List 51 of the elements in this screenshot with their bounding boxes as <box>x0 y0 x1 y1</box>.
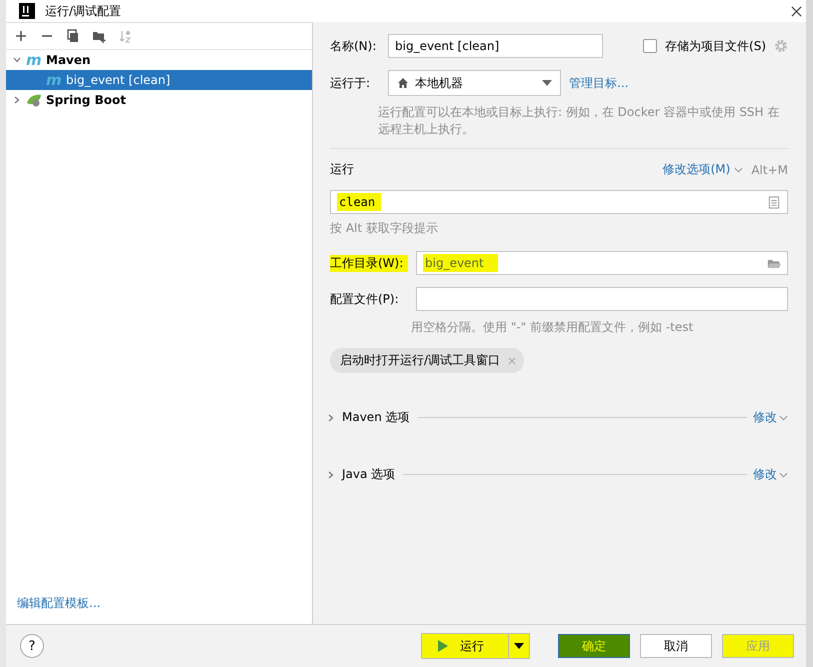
window-title: 运行/调试配置 <box>45 2 122 20</box>
command-hint: 按 Alt 获取字段提示 <box>330 220 439 237</box>
workdir-label: 工作目录(W): <box>330 254 408 272</box>
play-icon <box>438 640 448 652</box>
help-button[interactable]: ? <box>20 634 44 658</box>
chevron-icon[interactable] <box>326 470 336 480</box>
chevron-down-icon[interactable] <box>734 166 744 172</box>
modify-link[interactable]: 修改 <box>753 466 777 483</box>
dropdown-arrow-icon[interactable] <box>514 643 524 649</box>
section-title: 运行 <box>330 161 354 178</box>
name-label: 名称(N): <box>330 38 378 54</box>
profiles-field[interactable] <box>416 287 788 311</box>
edit-templates-link[interactable]: 编辑配置模板... <box>6 595 312 624</box>
maven-icon: m <box>26 53 42 67</box>
command-field[interactable]: clean <box>330 190 788 214</box>
workdir-field[interactable]: big_event <box>416 251 788 275</box>
chevron-down-icon[interactable] <box>779 472 788 478</box>
chevron-icon[interactable] <box>326 412 336 422</box>
chevron-down-icon[interactable] <box>779 414 788 420</box>
chevron-icon[interactable] <box>12 55 22 65</box>
document-icon[interactable] <box>767 196 781 208</box>
option-tag[interactable]: 启动时打开运行/调试工具窗口 <box>330 348 524 373</box>
chevron-icon[interactable] <box>12 95 22 105</box>
run-on-label: 运行于: <box>330 74 372 92</box>
manage-targets-link[interactable]: 管理目标... <box>569 74 628 92</box>
close-icon[interactable] <box>791 6 802 16</box>
new-folder-icon[interactable] <box>92 29 106 43</box>
tree-item[interactable]: m Maven <box>6 50 312 70</box>
name-field[interactable]: big_event [clean] <box>388 34 603 58</box>
profiles-label: 配置文件(P): <box>330 290 400 308</box>
store-label: 存储为项目文件(S) <box>665 38 766 54</box>
add-icon[interactable] <box>14 29 28 43</box>
profiles-hint: 用空格分隔。使用 "-" 前缀禁用配置文件，例如 -test <box>410 319 694 336</box>
shortcut-hint: Alt+M <box>751 162 788 176</box>
section-header[interactable]: Maven 选项 <box>342 409 410 426</box>
section-header[interactable]: Java 选项 <box>342 466 396 483</box>
maven-icon: m <box>46 73 62 87</box>
copy-icon[interactable] <box>66 29 80 43</box>
modify-options-link[interactable]: 修改选项(M) <box>662 161 730 178</box>
tree-item[interactable]: m big_event [clean] <box>6 70 312 90</box>
app-logo-icon <box>19 3 35 19</box>
target-dropdown[interactable]: 本地机器 <box>388 70 561 96</box>
run-button-group[interactable]: 运行 <box>421 633 530 659</box>
run-on-hint: 运行配置可以在本地或目标上执行: 例如，在 Docker 容器中或使用 SSH 在远程主机上执行。 <box>377 104 780 138</box>
tree-item[interactable]: Spring Boot <box>6 90 312 110</box>
modify-link[interactable]: 修改 <box>753 409 777 426</box>
store-checkbox[interactable] <box>643 39 658 53</box>
leaf-icon <box>26 93 42 107</box>
dialog-button[interactable]: 取消 <box>640 634 712 658</box>
ok-button[interactable]: 确定 <box>558 634 630 658</box>
home-icon <box>397 77 409 89</box>
